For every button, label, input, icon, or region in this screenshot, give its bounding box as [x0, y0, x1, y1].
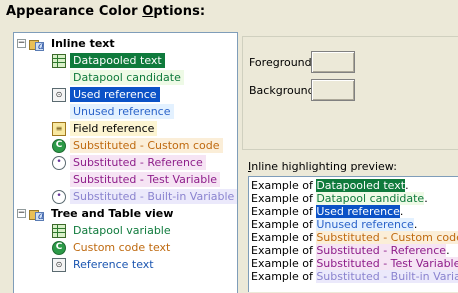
- page-title: Appearance Color Options:: [6, 4, 205, 19]
- tree-item[interactable]: Datapool variable: [52, 222, 174, 239]
- preview-line: Example of Substituted - Test Variable.: [251, 257, 458, 270]
- tree-item[interactable]: Datapooled text: [52, 52, 165, 69]
- inline-highlighting-preview[interactable]: Example of Datapooled text. Example of Da…: [248, 176, 458, 292]
- tree-node-label: Inline text: [51, 37, 115, 50]
- datapool-grid-icon: [52, 53, 66, 68]
- preview-line: Example of Datapooled text.: [251, 179, 458, 192]
- preview-line: Example of Substituted - Custom code.: [251, 231, 458, 244]
- tree-item-label: Custom code text: [73, 241, 171, 254]
- reference-icon: ⊙: [52, 257, 66, 272]
- field-reference-icon: ≡: [52, 121, 66, 136]
- datapool-grid-icon: [52, 223, 66, 238]
- preview-highlight: Used reference: [316, 205, 400, 218]
- collapse-icon[interactable]: −: [17, 39, 26, 48]
- foreground-color-button[interactable]: [311, 51, 355, 73]
- tree-item-label: Substituted - Custom code: [70, 138, 223, 153]
- background-color-button[interactable]: [311, 79, 355, 101]
- preview-highlight: Substituted - Custom code: [316, 231, 458, 244]
- tree-item-label: Datapool variable: [73, 224, 171, 237]
- preview-line: Example of Substituted - Built-in Variab…: [251, 270, 458, 283]
- preview-highlight: Unused reference: [316, 218, 414, 231]
- preview-prefix: Example of: [251, 257, 317, 270]
- title-text-rest: ptions:: [153, 4, 206, 19]
- tree-item[interactable]: C Custom code text: [52, 239, 173, 256]
- tree-item[interactable]: ⊙ Used reference: [52, 86, 160, 103]
- title-text: Appearance Color: [6, 4, 143, 19]
- tree-item[interactable]: ⊙ Reference text: [52, 256, 157, 273]
- foreground-label: Foreground: [249, 56, 312, 69]
- preview-highlight: Datapooled text: [316, 179, 406, 192]
- preview-highlight: Substituted - Built-in Variable: [316, 270, 458, 283]
- preview-label: Inline highlighting preview:: [248, 160, 397, 173]
- preview-prefix: Example of: [251, 244, 317, 257]
- background-label: Background: [249, 84, 315, 97]
- preview-suffix: .: [413, 218, 418, 231]
- tree-item-label: Datapooled text: [70, 53, 165, 68]
- tree-item-label: Unused reference: [70, 104, 174, 119]
- preview-prefix: Example of: [251, 205, 317, 218]
- tree-item[interactable]: • Substituted - Reference: [52, 154, 206, 171]
- text-category-icon: a: [29, 37, 47, 52]
- tree-item-label: Substituted - Reference: [70, 155, 206, 170]
- tree-node-inline-text[interactable]: − a Inline text: [17, 35, 115, 52]
- preview-suffix: .: [405, 179, 409, 192]
- tree-item[interactable]: Substituted - Test Variable: [52, 171, 221, 188]
- preview-line: Example of Used reference.: [251, 205, 458, 218]
- tree-item-label: Used reference: [70, 87, 160, 102]
- tree-item[interactable]: ≡ Field reference: [52, 120, 158, 137]
- preview-highlight: Datapool candidate: [316, 192, 425, 205]
- tree-item[interactable]: Unused reference: [52, 103, 174, 120]
- color-options-tree[interactable]: − a Inline text − a Tree and Table view …: [13, 32, 238, 293]
- tree-item-label: Substituted - Test Variable: [70, 172, 221, 187]
- preview-prefix: Example of: [251, 179, 317, 192]
- preview-suffix: .: [399, 205, 404, 218]
- custom-code-icon: C: [52, 138, 66, 153]
- reference-icon: ⊙: [52, 87, 66, 102]
- preview-prefix: Example of: [251, 192, 317, 205]
- tree-item-label: Substituted - Built-in Variable: [70, 189, 237, 204]
- color-group: Foreground Background: [242, 36, 458, 150]
- preview-suffix: .: [446, 244, 450, 257]
- builtin-variable-icon: •: [52, 189, 66, 204]
- tree-item[interactable]: C Substituted - Custom code: [52, 137, 223, 154]
- tree-node-tree-table-view[interactable]: − a Tree and Table view: [17, 205, 173, 222]
- preview-prefix: Example of: [251, 218, 317, 231]
- view-category-icon: a: [29, 207, 47, 222]
- preview-prefix: Example of: [251, 270, 317, 283]
- custom-code-icon: C: [52, 240, 66, 255]
- preview-line: Example of Substituted - Reference.: [251, 244, 458, 257]
- tree-item-label: Datapool candidate: [70, 70, 184, 85]
- preview-line: Example of Datapool candidate.: [251, 192, 458, 205]
- preview-highlight: Substituted - Reference: [316, 244, 447, 257]
- substituted-reference-icon: •: [52, 155, 66, 170]
- preview-suffix: .: [424, 192, 428, 205]
- tree-item[interactable]: • Substituted - Built-in Variable: [52, 188, 237, 205]
- preview-highlight: Substituted - Test Variable: [316, 257, 458, 270]
- tree-item[interactable]: Datapool candidate: [52, 69, 184, 86]
- tree-item-label: Reference text: [73, 258, 154, 271]
- tree-item-label: Field reference: [70, 121, 158, 136]
- preview-line: Example of Unused reference.: [251, 218, 458, 231]
- tree-node-label: Tree and Table view: [51, 207, 174, 220]
- collapse-icon[interactable]: −: [17, 209, 26, 218]
- title-mnemonic: O: [142, 4, 154, 19]
- preview-prefix: Example of: [251, 231, 317, 244]
